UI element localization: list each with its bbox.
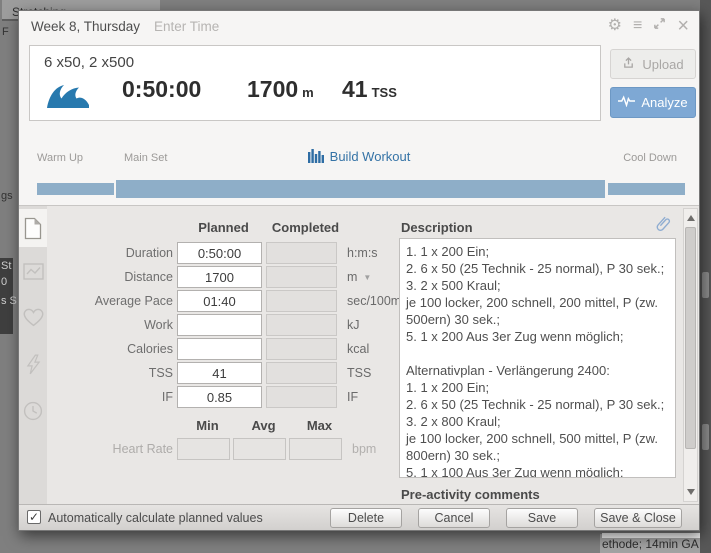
content-scrollbar[interactable] bbox=[683, 208, 698, 502]
workout-name: 6 x50, 2 x500 bbox=[44, 54, 134, 71]
auto-calculate-checkbox[interactable]: ✓ bbox=[27, 510, 41, 524]
dialog-content: Planned Completed Duration h:m:s Distanc… bbox=[19, 206, 699, 504]
if-completed-input bbox=[266, 386, 337, 408]
menu-icon[interactable]: ≡ bbox=[633, 18, 642, 34]
completed-header: Completed bbox=[270, 220, 341, 235]
if-planned-input[interactable] bbox=[177, 386, 262, 408]
clock-icon bbox=[23, 401, 43, 421]
background-fragment: s S bbox=[1, 295, 17, 307]
heart-rate-max-input bbox=[289, 438, 342, 460]
work-completed-input bbox=[266, 314, 337, 336]
expand-icon[interactable] bbox=[653, 17, 666, 35]
scroll-down-arrow[interactable] bbox=[687, 489, 695, 495]
sidebar-rail bbox=[19, 206, 47, 504]
document-icon bbox=[24, 217, 42, 240]
main-set-segment[interactable] bbox=[116, 180, 605, 198]
tss-row: TSS TSS bbox=[47, 362, 371, 384]
build-workout-link[interactable]: Build Workout bbox=[19, 149, 699, 164]
calories-planned-input[interactable] bbox=[177, 338, 262, 360]
analyze-button[interactable]: Analyze bbox=[610, 87, 696, 118]
background-fragment: St bbox=[1, 260, 11, 272]
save-button[interactable]: Save bbox=[506, 508, 578, 528]
avg-header: Avg bbox=[237, 418, 290, 433]
screen: Stretching F gs St 0 s S ethode; 14min G… bbox=[0, 0, 711, 553]
duration-metric: 0:50:00 bbox=[122, 76, 201, 103]
tab-heart-rate[interactable] bbox=[19, 298, 47, 336]
workout-dialog: Week 8, Thursday Enter Time ⚙ ≡ × 6 x50,… bbox=[18, 10, 700, 531]
cool-down-segment[interactable] bbox=[608, 183, 685, 195]
distance-unit-dropdown[interactable]: m▼ bbox=[347, 270, 371, 284]
analyze-waveform-icon bbox=[618, 95, 635, 110]
tab-time[interactable] bbox=[19, 392, 47, 430]
background-fragment: F bbox=[2, 26, 9, 38]
delete-button[interactable]: Delete bbox=[330, 508, 402, 528]
min-header: Min bbox=[181, 418, 234, 433]
description-textarea[interactable]: 1. 1 x 200 Ein; 2. 6 x 50 (25 Technik - … bbox=[399, 238, 676, 478]
heart-icon bbox=[23, 308, 44, 327]
gear-icon[interactable]: ⚙ bbox=[608, 18, 622, 34]
if-row: IF IF bbox=[47, 386, 358, 408]
bar-chart-icon bbox=[308, 149, 324, 163]
calories-row: Calories kcal bbox=[47, 338, 369, 360]
background-fragment: gs bbox=[1, 190, 13, 202]
heart-rate-row: Heart Rate bpm bbox=[47, 438, 376, 460]
auto-calculate-label: Automatically calculate planned values bbox=[48, 511, 263, 525]
max-header: Max bbox=[293, 418, 346, 433]
save-close-button[interactable]: Save & Close bbox=[594, 508, 682, 528]
line-chart-icon bbox=[23, 263, 44, 280]
cancel-button[interactable]: Cancel bbox=[418, 508, 490, 528]
upload-button[interactable]: Upload bbox=[610, 49, 696, 79]
lightning-icon bbox=[26, 354, 41, 375]
average-pace-completed-input bbox=[266, 290, 337, 312]
background-workout-text: ethode; 14min GA bbox=[602, 537, 699, 551]
distance-completed-input bbox=[266, 266, 337, 288]
average-pace-planned-input[interactable] bbox=[177, 290, 262, 312]
average-pace-row: Average Pace sec/100m bbox=[47, 290, 401, 312]
background-page-scrollbar bbox=[700, 0, 711, 553]
tab-power[interactable] bbox=[19, 345, 47, 383]
work-planned-input[interactable] bbox=[177, 314, 262, 336]
warm-up-segment[interactable] bbox=[37, 183, 114, 195]
swim-icon bbox=[46, 80, 90, 114]
distance-planned-input[interactable] bbox=[177, 266, 262, 288]
enter-time-link[interactable]: Enter Time bbox=[154, 19, 219, 34]
background-scrollbar-thumb bbox=[702, 424, 709, 450]
calories-completed-input bbox=[266, 338, 337, 360]
paperclip-icon[interactable] bbox=[654, 214, 672, 239]
duration-row: Duration h:m:s bbox=[47, 242, 378, 264]
dialog-titlebar: Week 8, Thursday Enter Time ⚙ ≡ × bbox=[19, 11, 699, 41]
workout-summary-card: 6 x50, 2 x500 0:50:00 1700m 41TSS bbox=[29, 45, 601, 121]
workout-structure: Warm Up Main Set Cool Down Build Workout bbox=[19, 129, 699, 206]
tab-summary[interactable] bbox=[19, 209, 47, 247]
dialog-title: Week 8, Thursday bbox=[31, 19, 140, 34]
background-scrollbar-thumb bbox=[702, 272, 709, 298]
tss-planned-input[interactable] bbox=[177, 362, 262, 384]
tss-metric: 41TSS bbox=[342, 76, 397, 103]
scroll-up-arrow[interactable] bbox=[687, 215, 695, 221]
distance-metric: 1700m bbox=[247, 76, 314, 103]
scrollbar-thumb[interactable] bbox=[685, 227, 696, 449]
background-fragment: 0 bbox=[1, 276, 7, 288]
close-icon[interactable]: × bbox=[677, 18, 689, 34]
description-title: Description bbox=[401, 220, 473, 235]
duration-completed-input bbox=[266, 242, 337, 264]
planned-header: Planned bbox=[181, 220, 266, 235]
heart-rate-avg-input bbox=[233, 438, 286, 460]
chevron-down-icon: ▼ bbox=[363, 273, 371, 282]
dialog-footer: ✓ Automatically calculate planned values… bbox=[19, 504, 699, 530]
tab-graph[interactable] bbox=[19, 252, 47, 290]
distance-row: Distance m▼ bbox=[47, 266, 371, 288]
tss-completed-input bbox=[266, 362, 337, 384]
pre-activity-title: Pre-activity comments bbox=[401, 487, 540, 502]
heart-rate-min-input bbox=[177, 438, 230, 460]
upload-icon bbox=[622, 56, 635, 72]
work-row: Work kJ bbox=[47, 314, 360, 336]
duration-planned-input[interactable] bbox=[177, 242, 262, 264]
